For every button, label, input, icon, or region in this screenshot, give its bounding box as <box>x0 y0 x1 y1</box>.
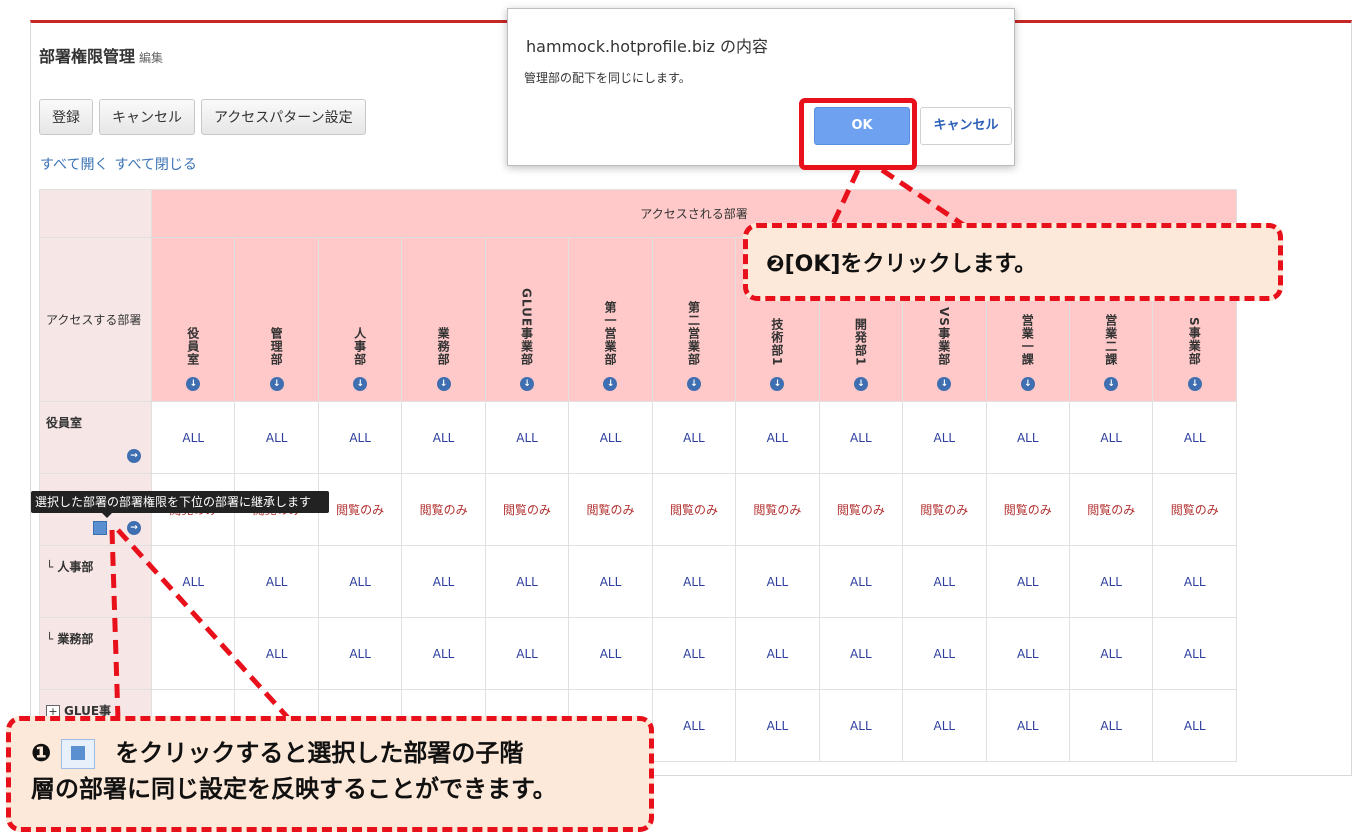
pointer-step1 <box>109 528 292 722</box>
callout-step1-line2: 層の部署に同じ設定を反映することができます。 <box>31 775 557 803</box>
callout-step2: ❷[OK]をクリックします。 <box>743 223 1283 301</box>
callout-step1: ❶ をクリックすると選択した部署の子階 層の部署に同じ設定を反映することができます… <box>6 716 654 832</box>
callout-step1-line1: をクリックすると選択した部署の子階 <box>115 739 524 767</box>
pointer-step2 <box>829 167 967 229</box>
callout-step1-marker: ❶ <box>31 739 52 767</box>
callout-pointers <box>109 167 967 722</box>
inherit-icon <box>61 739 96 769</box>
callout-step2-text: ❷[OK]をクリックします。 <box>766 252 1037 277</box>
callout-step1-line1-wrap: ❶ をクリックすると選択した部署の子階 <box>31 735 629 771</box>
